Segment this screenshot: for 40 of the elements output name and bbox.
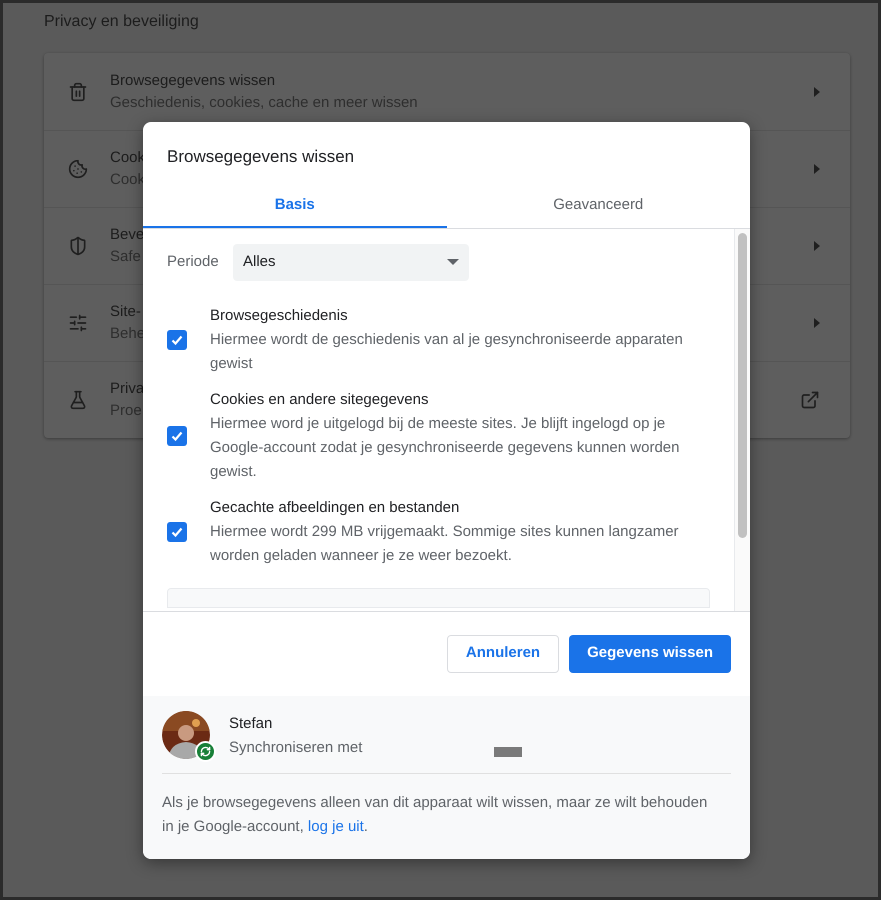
clear-data-button[interactable]: Gegevens wissen [569,634,731,672]
sync-status: Synchroniseren met [229,738,362,758]
option-title: Gecachte afbeeldingen en bestanden [210,498,460,518]
row-title: Cook [110,148,146,168]
caret-icon [814,241,820,251]
redacted-mark [494,746,522,756]
option-title: Browsegeschiedenis [210,306,348,326]
caret-icon [814,86,820,96]
checkbox[interactable] [167,522,187,542]
flask-icon [68,390,88,410]
option-description: Hiermee wordt 299 MB vrijgemaakt. Sommige sites kunnen langzamer worden geladen wanneer je ze weer bezoekt. [210,522,680,566]
section-title: Privacy en beveiliging [44,12,200,32]
dialog-title: Browsegegevens wissen [167,146,356,168]
period-dropdown[interactable]: Alles [233,244,469,280]
period-label: Periode [167,252,220,272]
cookie-icon [68,159,88,179]
shield-icon [68,236,88,256]
row-title: Browsegegevens wissen [110,70,276,90]
account-name: Stefan [229,714,274,734]
option-description: Hiermee word je uitgelogd bij de meeste sites. Je blijft ingelogd op je Google-account zodat je gesynchroniseerde gegevens kunnen worden gewist. [210,414,680,482]
checkbox[interactable] [167,330,187,350]
trash-icon [68,82,88,102]
row-title: Priva [110,379,144,399]
sign-out-note: Als je browsegegevens alleen van dit apparaat wilt wissen, maar ze wilt behouden in je Google-account, log je uit. [162,792,708,836]
checkbox[interactable] [167,426,187,446]
caret-icon [814,164,820,174]
cancel-button[interactable]: Annuleren [446,634,560,672]
scrollbar[interactable] [734,228,750,610]
caret-icon [814,318,820,328]
sync-icon [195,740,216,762]
option-title: Cookies en andere sitegegevens [210,390,428,410]
external-link-icon [800,390,820,410]
option-description: Hiermee wordt de geschiedenis van al je gesynchroniseerde apparaten gewist [210,330,684,374]
row-title: Beve [110,225,144,245]
sign-out-link[interactable]: log je uit [308,818,364,834]
sliders-icon [68,313,88,333]
tab[interactable]: Geavanceerd [446,186,750,228]
dropdown-arrow-icon [447,259,459,265]
row-title: Site- [110,302,141,322]
tab[interactable]: Basis [143,186,446,228]
